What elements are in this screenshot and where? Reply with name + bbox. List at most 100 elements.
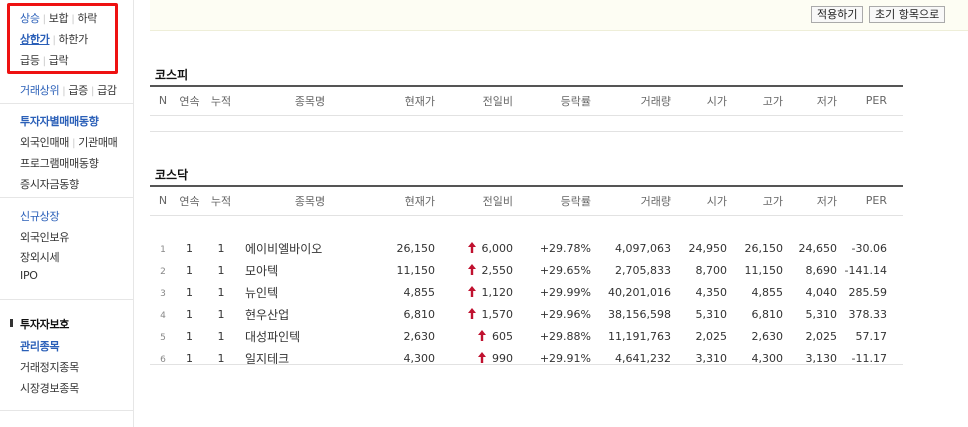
cell-open: 4,350 (695, 285, 728, 299)
row-index: 2 (160, 266, 166, 277)
col-high[interactable]: 고가 (731, 85, 787, 116)
col-change[interactable]: 전일비 (439, 85, 517, 116)
cell-cumulative: 1 (217, 285, 225, 299)
cell-stock-name[interactable]: 일지테크 (239, 347, 381, 369)
sidebar-item-upper-limit[interactable]: 상한가 (20, 31, 50, 47)
sidebar-item-program-trading[interactable]: 프로그램매매동향 (20, 155, 99, 171)
cell-price: 11,150 (396, 263, 436, 277)
col-volume[interactable]: 거래량 (595, 85, 675, 116)
col-open[interactable]: 시가 (675, 185, 731, 216)
sidebar-item-ipo[interactable]: IPO (20, 269, 38, 282)
cell-stock-name[interactable]: 현우산업 (239, 303, 381, 325)
sidebar-item-managed-stocks[interactable]: 관리종목 (20, 338, 60, 354)
col-cumulative[interactable]: 누적 (203, 85, 239, 116)
cell-change: 605 (439, 325, 517, 347)
col-low[interactable]: 저가 (787, 185, 841, 216)
sidebar-section-investor-protection[interactable]: 투자자보호 (20, 316, 69, 332)
col-stock-name[interactable]: 종목명 (239, 185, 381, 216)
cell-high: 26,150 (744, 241, 784, 255)
cell-stock-name[interactable]: 뉴인텍 (239, 281, 381, 303)
sidebar-item-rise[interactable]: 상승 (20, 10, 40, 26)
up-arrow-icon (467, 285, 476, 297)
cell-rate: +29.99% (539, 285, 591, 299)
cell-change: 2,550 (439, 259, 517, 281)
sidebar-item-volume-down[interactable]: 급감 (97, 82, 117, 98)
col-high[interactable]: 고가 (731, 185, 787, 216)
col-streak[interactable]: 연속 (176, 85, 203, 116)
cell-volume: 38,156,598 (608, 307, 671, 321)
cell-per: 285.59 (848, 285, 888, 299)
sidebar-item-halted-stocks[interactable]: 거래정지종목 (20, 359, 79, 375)
kosdaq-table: N 연속 누적 종목명 현재가 전일비 등락률 거래량 시가 고가 저가 PER… (150, 185, 903, 369)
cell-high: 11,150 (744, 263, 784, 277)
col-change[interactable]: 전일비 (439, 185, 517, 216)
sidebar-item-institution-trade[interactable]: 기관매매 (78, 134, 118, 150)
sidebar-item-plunge[interactable]: 급락 (49, 52, 69, 68)
bullet-icon (10, 319, 13, 327)
col-volume[interactable]: 거래량 (595, 185, 675, 216)
cell-rate: +29.88% (539, 329, 591, 343)
cell-high: 4,300 (751, 351, 784, 365)
table-row: 1 1 1 에이비엘바이오 26,150 6,000 +29.78% 4,097,063 24,… (150, 237, 903, 259)
cell-volume: 2,705,833 (615, 263, 671, 277)
reset-button[interactable]: 초기 항목으로 (869, 6, 946, 23)
col-per[interactable]: PER (841, 85, 903, 116)
cell-rank: 6 (150, 347, 176, 369)
row-index: 1 (160, 244, 166, 255)
cell-stock-name[interactable]: 에이비엘바이오 (239, 237, 381, 259)
sidebar-item-foreign-holding[interactable]: 외국인보유 (20, 229, 69, 245)
sidebar-item-lower-limit[interactable]: 하한가 (59, 31, 89, 47)
cell-per: -30.06 (851, 241, 887, 255)
row-index: 4 (160, 310, 166, 321)
col-stock-name[interactable]: 종목명 (239, 85, 381, 116)
sidebar-item-fall[interactable]: 하락 (77, 10, 97, 26)
row-index: 6 (160, 354, 166, 365)
cell-cumulative: 1 (217, 329, 225, 343)
sidebar-item-surge[interactable]: 급등 (20, 52, 40, 68)
divider (0, 197, 134, 198)
sidebar-item-market-warning[interactable]: 시장경보종목 (20, 380, 79, 396)
kospi-table: N 연속 누적 종목명 현재가 전일비 등락률 거래량 시가 고가 저가 PER (150, 85, 903, 116)
cell-rank: 5 (150, 325, 176, 347)
sidebar-row-volume: 거래상위 | 급증 | 급감 (20, 82, 117, 98)
sidebar-item-top-volume[interactable]: 거래상위 (20, 82, 60, 98)
cell-cumulative: 1 (217, 241, 225, 255)
cell-per: -11.17 (851, 351, 887, 365)
col-per[interactable]: PER (841, 185, 903, 216)
col-price[interactable]: 현재가 (381, 185, 439, 216)
cell-volume: 4,097,063 (615, 241, 671, 255)
sidebar-item-otc-price[interactable]: 장외시세 (20, 249, 60, 265)
cell-stock-name[interactable]: 대성파인텍 (239, 325, 381, 347)
sidebar-item-market-funds[interactable]: 증시자금동향 (20, 176, 79, 192)
cell-change: 1,120 (439, 281, 517, 303)
col-n[interactable]: N (150, 185, 176, 216)
up-arrow-icon (478, 329, 486, 341)
sidebar-item-volume-up[interactable]: 급증 (68, 82, 88, 98)
col-low[interactable]: 저가 (787, 85, 841, 116)
kosdaq-table-bottom (150, 364, 903, 365)
col-rate[interactable]: 등락률 (517, 85, 595, 116)
col-n[interactable]: N (150, 85, 176, 116)
col-streak[interactable]: 연속 (176, 185, 203, 216)
row-index: 3 (160, 288, 166, 299)
sidebar-item-investor-trends[interactable]: 투자자별매매동향 (20, 113, 99, 129)
sidebar-item-new-listing[interactable]: 신규상장 (20, 208, 60, 224)
col-cumulative[interactable]: 누적 (203, 185, 239, 216)
up-arrow-icon (467, 241, 476, 253)
sidebar-item-foreign-trade[interactable]: 외국인매매 (20, 134, 69, 150)
cell-stock-name[interactable]: 모아텍 (239, 259, 381, 281)
cell-streak: 1 (186, 307, 193, 321)
col-price[interactable]: 현재가 (381, 85, 439, 116)
cell-change: 1,570 (439, 303, 517, 325)
sidebar-item-flat[interactable]: 보합 (49, 10, 69, 26)
change-value: 2,550 (481, 263, 514, 277)
cell-rate: +29.96% (539, 307, 591, 321)
cell-cumulative: 1 (217, 307, 225, 321)
change-value: 1,570 (481, 307, 514, 321)
col-open[interactable]: 시가 (675, 85, 731, 116)
sidebar-row-foreign-inst: 외국인매매 | 기관매매 (20, 134, 118, 150)
table-row: 3 1 1 뉴인텍 4,855 1,120 +29.99% 40,201,016 4,350 4,… (150, 281, 903, 303)
col-rate[interactable]: 등락률 (517, 185, 595, 216)
kospi-title: 코스피 (155, 68, 189, 82)
apply-button[interactable]: 적용하기 (811, 6, 864, 23)
